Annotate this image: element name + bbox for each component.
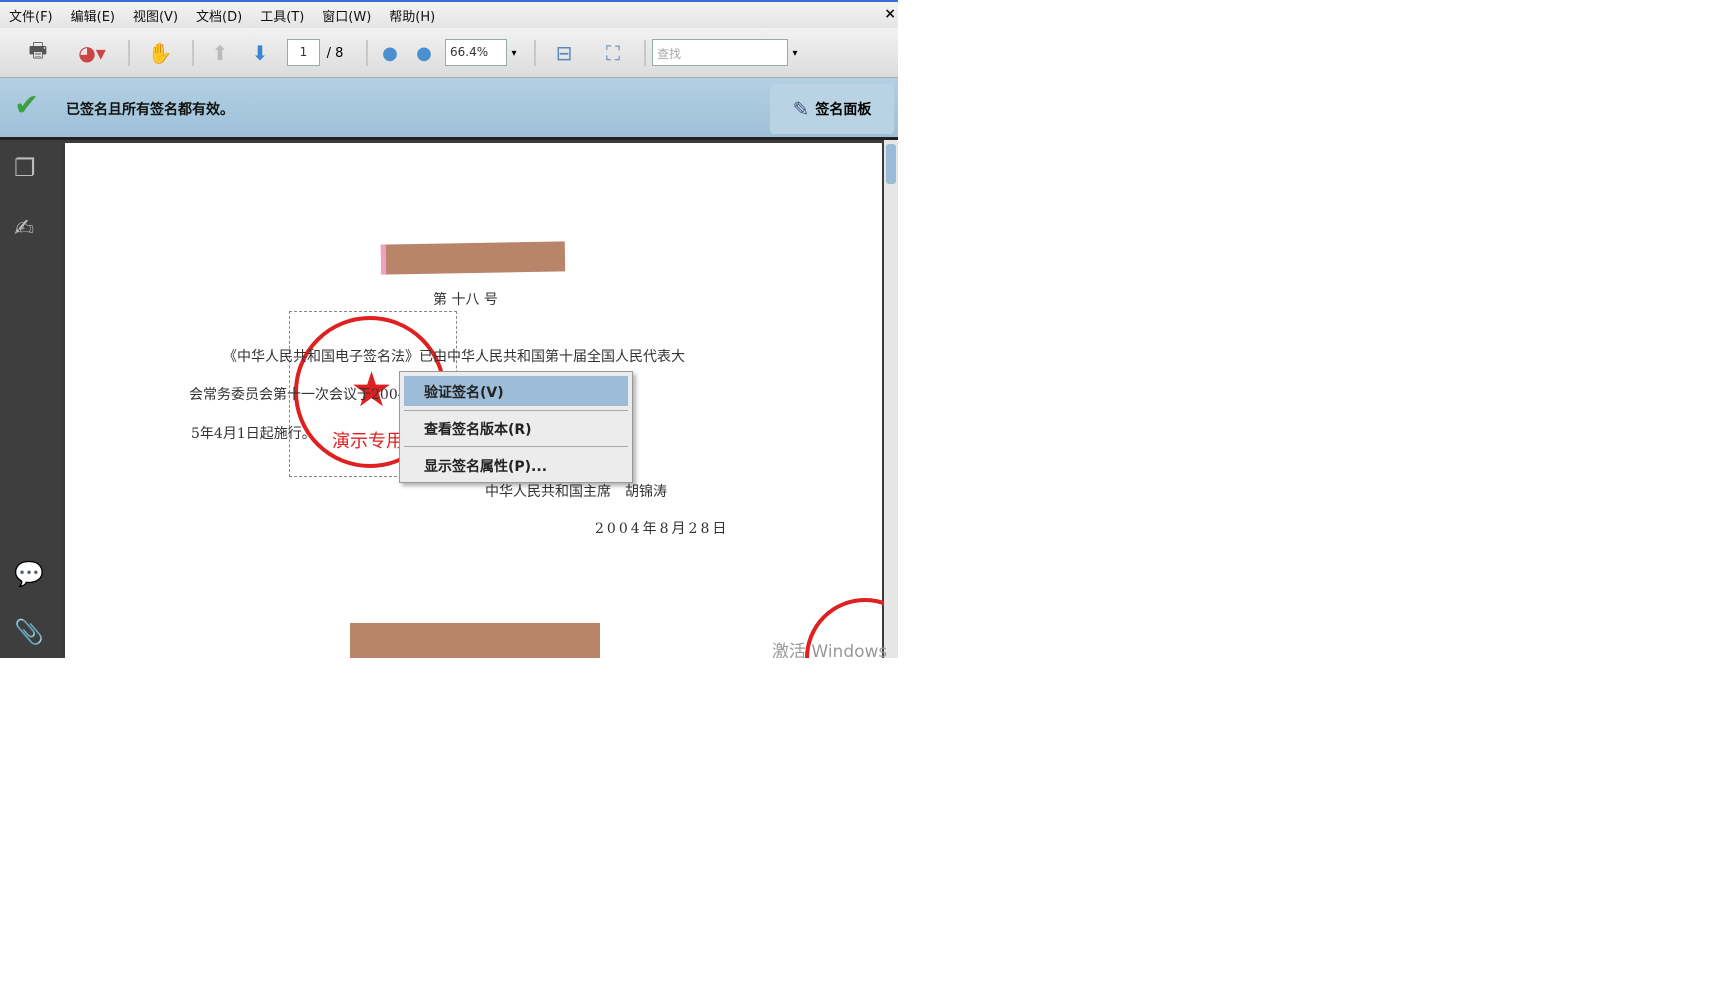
search-dropdown-icon[interactable]: ▾ [788,38,802,68]
menu-help[interactable]: 帮助(H) [380,6,444,25]
signature-valid-icon: ✔ [14,88,40,123]
menu-view[interactable]: 视图(V) [124,6,187,25]
menu-item-validate-signature[interactable]: 验证签名(V) [404,376,628,406]
search-input[interactable]: 查找 [652,39,788,66]
menu-window[interactable]: 窗口(W) [313,6,380,25]
activation-watermark: 激活 Windows [772,642,888,658]
signature-panel-label: 签名面板 [815,102,872,118]
menu-document[interactable]: 文档(D) [187,6,251,25]
zoom-out-icon[interactable]: ● [376,38,404,68]
signature-status-message: 已签名且所有签名都有效。 [66,102,234,118]
date: 2004年8月28日 [595,521,730,537]
zoom-dropdown-icon[interactable]: ▾ [507,38,521,68]
close-icon[interactable]: × [884,6,896,22]
redacted-text [350,623,600,658]
menu-tools[interactable]: 工具(T) [251,6,313,25]
navigation-sidebar: ❐ ✍ 💬 📎 [0,140,62,658]
menu-edit[interactable]: 编辑(E) [62,6,124,25]
zoom-in-icon[interactable]: ● [410,38,438,68]
vertical-scrollbar[interactable] [884,140,898,658]
redacted-title [380,241,566,275]
toolbar: 🖶 ◕▾ ✋ ⬆ ⬇ 1 / 8 ● ● 66.4% ▾ ⊟ ⛶ 查找 ▾ [0,28,898,78]
body-line-3: 5年4月1日起施行。 [191,426,316,442]
menu-bar: 文件(F) 编辑(E) 视图(V) 文档(D) 工具(T) 窗口(W) 帮助(H… [0,0,898,28]
attachments-icon[interactable]: 📎 [14,618,44,646]
menu-item-view-signed-version[interactable]: 查看签名版本(R) [404,413,628,443]
signature-panel-button[interactable]: ✎ 签名面板 [770,84,894,134]
signature-bar: ✔ 已签名且所有签名都有效。 ✎ 签名面板 [0,78,898,140]
signatures-icon[interactable]: ✍ [14,214,34,242]
previous-page-icon[interactable]: ⬆ [204,38,236,68]
print-icon[interactable]: 🖶 [20,38,56,68]
signature-pen-icon: ✎ [792,97,810,121]
comments-icon[interactable]: 💬 [14,560,44,588]
fit-page-icon[interactable]: ⛶ [597,38,629,68]
document-number: 第 十八 号 [433,292,498,308]
hand-icon[interactable]: ✋ [142,38,178,68]
scroll-thumb[interactable] [886,144,896,184]
menu-item-signature-properties[interactable]: 显示签名属性(P)... [404,450,628,480]
signer: 中华人民共和国主席 胡锦涛 [485,484,667,500]
share-icon[interactable]: ◕▾ [68,38,116,68]
body-line-1: 《中华人民共和国电子签名法》已由中华人民共和国第十届全国人民代表大 [223,349,685,365]
zoom-input[interactable]: 66.4% [445,39,507,66]
stamp-text: 演示专用 [332,431,404,452]
fit-width-icon[interactable]: ⊟ [548,38,580,68]
pdf-reader-window: 文件(F) 编辑(E) 视图(V) 文档(D) 工具(T) 窗口(W) 帮助(H… [0,0,898,658]
menu-file[interactable]: 文件(F) [0,6,62,25]
context-menu: 验证签名(V) 查看签名版本(R) 显示签名属性(P)... [399,371,633,483]
next-page-icon[interactable]: ⬇ [244,38,276,68]
page-number-input[interactable]: 1 [287,39,320,66]
page-total: / 8 [326,45,344,61]
pages-icon[interactable]: ❐ [14,154,36,182]
